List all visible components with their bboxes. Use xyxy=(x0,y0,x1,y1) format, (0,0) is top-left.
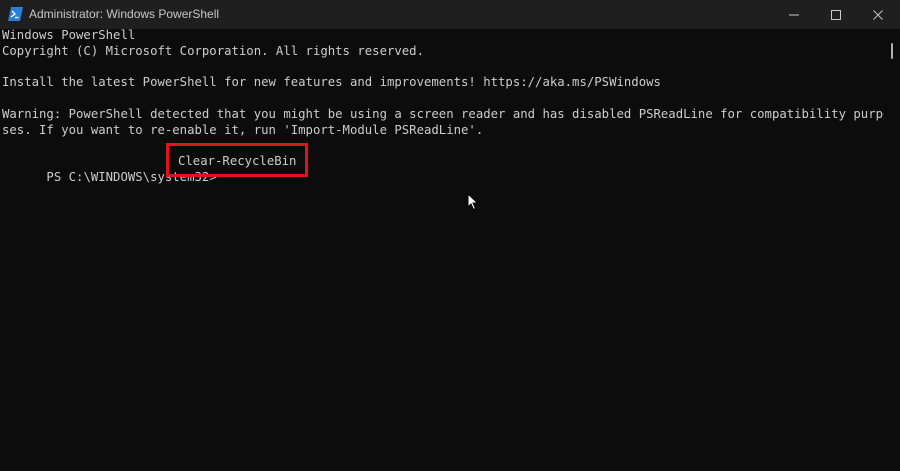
window-title: Administrator: Windows PowerShell xyxy=(29,7,220,21)
close-icon xyxy=(873,9,883,20)
console-line: Windows PowerShell xyxy=(2,28,136,42)
scrollbar-thumb[interactable] xyxy=(891,43,893,59)
vertical-scrollbar[interactable] xyxy=(884,29,900,471)
minimize-button[interactable] xyxy=(771,0,817,29)
minimize-icon xyxy=(789,14,799,15)
console-line: Warning: PowerShell detected that you mi… xyxy=(2,106,891,121)
maximize-button[interactable] xyxy=(813,0,859,29)
powershell-window: Administrator: Windows PowerShell Window… xyxy=(0,0,900,471)
command-highlight-box xyxy=(166,143,308,178)
console-output[interactable]: Windows PowerShell Copyright (C) Microso… xyxy=(2,28,891,468)
close-button[interactable] xyxy=(855,0,900,29)
maximize-icon xyxy=(831,9,841,20)
console-line: ses. If you want to re-enable it, run 'I… xyxy=(2,122,484,137)
prompt-line[interactable]: PS C:\WINDOWS\system32> Clear-RecycleBin xyxy=(2,143,882,184)
title-bar[interactable]: Administrator: Windows PowerShell xyxy=(0,0,900,29)
mouse-pointer-icon xyxy=(467,193,479,211)
powershell-app-icon xyxy=(8,7,23,21)
console-line: Install the latest PowerShell for new fe… xyxy=(2,75,661,90)
console-line: Copyright (C) Microsoft Corporation. All… xyxy=(2,43,424,58)
